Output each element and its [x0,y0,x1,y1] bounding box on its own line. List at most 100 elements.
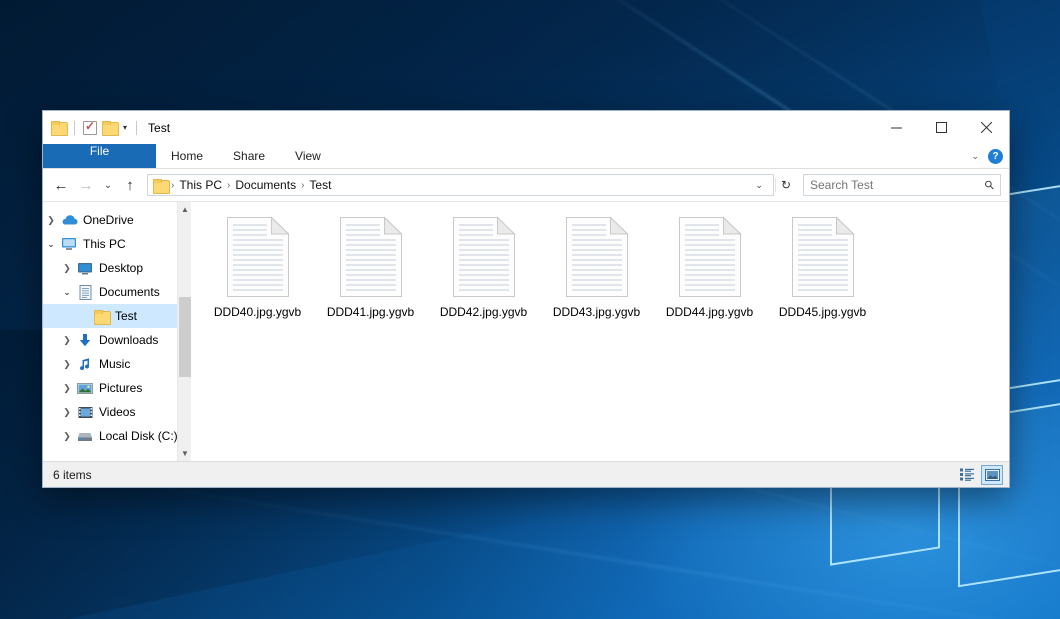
chevron-right-icon[interactable]: ❯ [43,215,59,226]
properties-icon[interactable] [83,121,97,135]
music-note-icon [75,357,95,372]
ribbon-tab-bar: File Home Share View ⌄ ? [43,144,1009,169]
breadcrumb[interactable]: › This PC › Documents › Test ⌄ [147,174,774,196]
breadcrumb-item-documents[interactable]: Documents [231,178,300,192]
tab-view[interactable]: View [280,144,336,168]
maximize-button[interactable] [919,111,964,144]
chevron-down-icon[interactable]: ⌄ [43,239,59,250]
chevron-right-icon[interactable]: ❯ [59,383,75,394]
address-bar: ← → ⌄ ↑ › This PC › Documents › Test ⌄ ↻… [43,169,1009,201]
chevron-right-icon[interactable]: ❯ [59,431,75,442]
sidebar-item-desktop[interactable]: ❯ Desktop [43,256,191,280]
quick-access-toolbar: ▾ [51,121,140,135]
chevron-right-icon[interactable]: ❯ [59,335,75,346]
file-item[interactable]: DDD41.jpg.ygvb [314,214,427,319]
view-mode-buttons [956,465,1003,485]
file-name-label: DDD43.jpg.ygvb [553,305,640,319]
sidebar-item-label: Test [111,309,137,323]
toolbar-divider [74,121,75,135]
videos-film-icon [75,406,95,419]
sidebar-item-test[interactable]: Test [43,304,191,328]
title-bar[interactable]: ▾ Test [43,111,1009,144]
scroll-up-arrow-icon[interactable]: ▲ [178,202,191,217]
tab-share[interactable]: Share [218,144,280,168]
window-title: Test [148,121,170,135]
tab-home[interactable]: Home [156,144,218,168]
window-body: ❯ OneDrive ⌄ This PC ❯ Desktop [43,201,1009,461]
sidebar-item-label: Videos [95,405,135,419]
sidebar-item-label: Downloads [95,333,158,347]
chevron-right-icon[interactable]: ❯ [59,359,75,370]
sidebar-item-this-pc[interactable]: ⌄ This PC [43,232,191,256]
file-item[interactable]: DDD43.jpg.ygvb [540,214,653,319]
search-input[interactable] [810,178,985,192]
pictures-icon [75,382,95,395]
file-explorer-window: ▾ Test File Home Share View ⌄ ? ← → [42,110,1010,488]
chevron-right-icon[interactable]: ❯ [59,407,75,418]
status-bar: 6 items [43,461,1009,487]
file-name-label: DDD42.jpg.ygvb [440,305,527,319]
file-grid: DDD40.jpg.ygvb [201,214,1009,319]
file-item[interactable]: DDD45.jpg.ygvb [766,214,879,319]
sidebar-item-label: Local Disk (C:) [95,429,178,443]
desktop-icon [75,262,95,275]
this-pc-monitor-icon [59,237,79,251]
generic-file-icon [677,216,743,298]
sidebar-item-local-disk-c[interactable]: ❯ Local Disk (C:) [43,424,191,448]
sidebar-item-documents[interactable]: ⌄ Documents [43,280,191,304]
documents-icon [75,285,95,300]
scroll-down-arrow-icon[interactable]: ▼ [178,446,191,461]
folder-icon[interactable] [102,121,117,134]
forward-button[interactable]: → [74,173,98,197]
navigation-pane-scrollbar[interactable]: ▲ ▼ [177,202,191,461]
details-view-button[interactable] [956,465,978,485]
breadcrumb-path: › This PC › Documents › Test [170,178,335,192]
ribbon-right-controls: ⌄ ? [971,144,1003,169]
folder-icon [153,179,168,192]
file-name-label: DDD45.jpg.ygvb [779,305,866,319]
hard-disk-icon [75,430,95,442]
chevron-right-icon[interactable]: ❯ [59,263,75,274]
breadcrumb-item-test[interactable]: Test [305,178,335,192]
downloads-arrow-icon [75,333,95,348]
breadcrumb-item-this-pc[interactable]: This PC [175,178,226,192]
file-item[interactable]: DDD42.jpg.ygvb [427,214,540,319]
sidebar-item-music[interactable]: ❯ Music [43,352,191,376]
customize-quick-access-caret[interactable]: ▾ [122,124,128,132]
close-button[interactable] [964,111,1009,144]
breadcrumb-right-controls: ⌄ [749,180,769,191]
back-button[interactable]: ← [49,173,73,197]
sidebar-item-onedrive[interactable]: ❯ OneDrive [43,208,191,232]
sidebar-item-videos[interactable]: ❯ Videos [43,400,191,424]
new-folder-icon[interactable] [51,121,66,134]
sidebar-item-downloads[interactable]: ❯ Downloads [43,328,191,352]
chevron-down-icon[interactable]: ⌄ [59,287,75,298]
help-icon[interactable]: ? [988,149,1003,164]
sidebar-item-label: OneDrive [79,213,134,227]
up-button[interactable]: ↑ [118,173,142,197]
scrollbar-thumb[interactable] [179,297,191,377]
file-name-label: DDD40.jpg.ygvb [214,305,301,319]
onedrive-cloud-icon [59,214,79,226]
sidebar-item-label: Music [95,357,130,371]
search-box[interactable]: ⚲ [803,174,1001,196]
tab-file[interactable]: File [43,144,156,168]
recent-locations-button[interactable]: ⌄ [99,173,117,197]
navigation-pane: ❯ OneDrive ⌄ This PC ❯ Desktop [43,202,191,461]
file-item[interactable]: DDD44.jpg.ygvb [653,214,766,319]
folder-icon [91,310,111,323]
sidebar-item-pictures[interactable]: ❯ Pictures [43,376,191,400]
sidebar-item-label: Pictures [95,381,142,395]
minimize-button[interactable] [874,111,919,144]
file-name-label: DDD44.jpg.ygvb [666,305,753,319]
chevron-down-icon[interactable]: ⌄ [971,151,979,162]
generic-file-icon [790,216,856,298]
item-count-label: 6 items [53,468,92,482]
sidebar-item-label: This PC [79,237,126,251]
large-icons-view-button[interactable] [981,465,1003,485]
refresh-icon[interactable]: ↻ [775,178,796,192]
file-name-label: DDD41.jpg.ygvb [327,305,414,319]
chevron-down-icon[interactable]: ⌄ [749,180,769,191]
file-item[interactable]: DDD40.jpg.ygvb [201,214,314,319]
file-list-view[interactable]: DDD40.jpg.ygvb [191,202,1009,461]
